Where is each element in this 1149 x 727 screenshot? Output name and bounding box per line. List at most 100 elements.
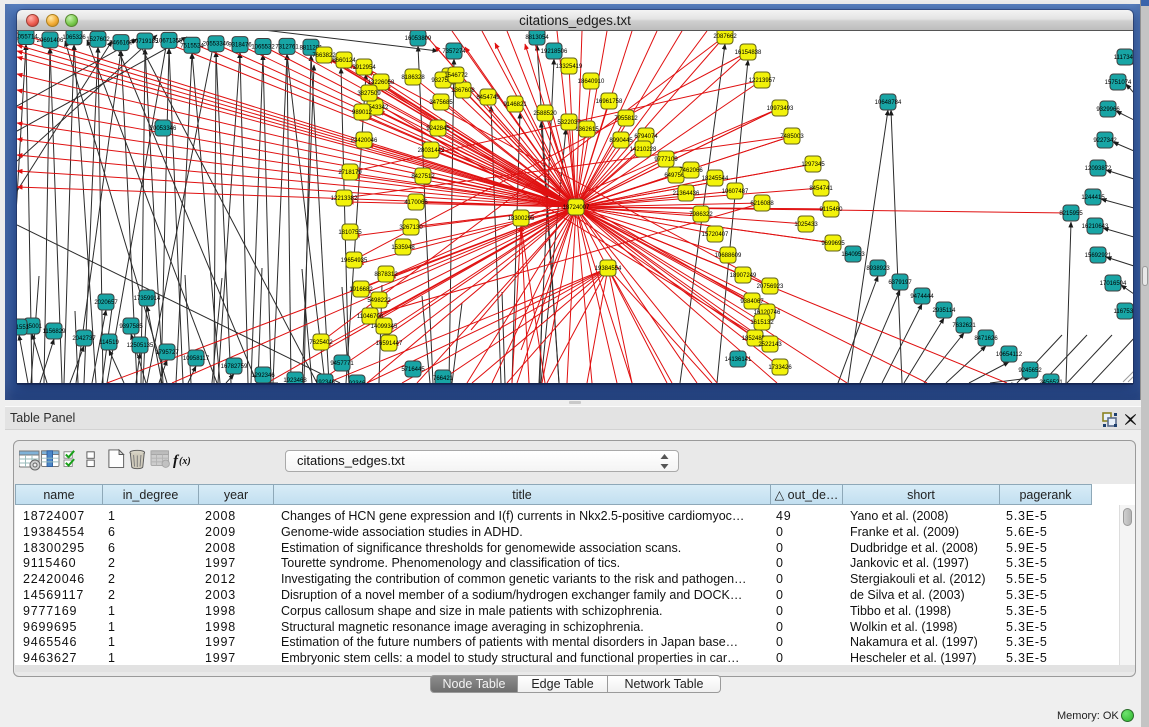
svg-text:17016504: 17016504 — [1100, 281, 1127, 287]
svg-text:17359914: 17359914 — [134, 296, 161, 302]
svg-text:8454741: 8454741 — [809, 186, 833, 192]
svg-text:16053809: 16053809 — [405, 36, 432, 42]
svg-text:8427512: 8427512 — [411, 174, 435, 180]
svg-text:6466160: 6466160 — [109, 41, 133, 47]
svg-text:1795727: 1795727 — [155, 350, 179, 356]
svg-text:2042737: 2042737 — [72, 336, 96, 342]
svg-text:9397585: 9397585 — [119, 324, 143, 330]
svg-text:6379197: 6379197 — [888, 280, 912, 286]
svg-text:18907249: 18907249 — [730, 273, 757, 279]
svg-text:20691406: 20691406 — [37, 38, 64, 44]
svg-text:20553346: 20553346 — [203, 42, 230, 48]
svg-text:20756923: 20756923 — [757, 284, 784, 290]
svg-text:8660124: 8660124 — [332, 58, 356, 64]
svg-text:16154838: 16154838 — [735, 50, 762, 56]
svg-text:1065532: 1065532 — [251, 45, 275, 51]
svg-text:9115460: 9115460 — [820, 207, 844, 213]
svg-text:12213382: 12213382 — [331, 196, 358, 202]
svg-text:1810755: 1810755 — [338, 230, 362, 236]
svg-text:2718179: 2718179 — [338, 170, 362, 176]
svg-text:6794074: 6794074 — [634, 134, 658, 140]
svg-text:1065326: 1065326 — [62, 35, 86, 41]
svg-text:10648784: 10648784 — [875, 100, 902, 106]
svg-text:1156829: 1156829 — [43, 329, 67, 335]
svg-text:8938923: 8938923 — [866, 266, 890, 272]
svg-text:19654935: 19654935 — [341, 258, 368, 264]
svg-text:28031442: 28031442 — [418, 148, 445, 154]
svg-text:2020657: 2020657 — [94, 300, 118, 306]
svg-text:16591447: 16591447 — [376, 341, 403, 347]
svg-text:4170066: 4170066 — [404, 200, 428, 206]
svg-text:7986322: 7986322 — [689, 212, 713, 218]
svg-text:18724007: 18724007 — [563, 205, 590, 211]
svg-text:7485003: 7485003 — [780, 134, 804, 140]
svg-text:7312761: 7312761 — [275, 44, 299, 50]
svg-text:6216088: 6216088 — [750, 201, 774, 207]
svg-text:3475685: 3475685 — [429, 100, 453, 106]
svg-text:14136141: 14136141 — [725, 357, 752, 363]
svg-text:18640910: 18640910 — [578, 79, 605, 85]
svg-text:10958117: 10958117 — [183, 356, 210, 362]
svg-text:7357274: 7357274 — [442, 49, 466, 55]
svg-text:23420046: 23420046 — [351, 138, 378, 144]
svg-text:18245544: 18245544 — [702, 176, 729, 182]
svg-text:114519: 114519 — [99, 340, 119, 346]
svg-text:8878312: 8878312 — [374, 272, 398, 278]
svg-text:10688609: 10688609 — [715, 253, 742, 259]
svg-text:16210643: 16210643 — [1082, 224, 1109, 230]
svg-text:10607487: 10607487 — [722, 189, 749, 195]
svg-text:10671355: 10671355 — [156, 38, 183, 44]
svg-text:1527602: 1527602 — [86, 37, 110, 43]
svg-text:8215955: 8215955 — [1059, 211, 1083, 217]
svg-text:10973493: 10973493 — [767, 106, 794, 112]
svg-text:18300295: 18300295 — [508, 216, 535, 222]
svg-text:391551: 391551 — [17, 325, 30, 331]
svg-text:9146821: 9146821 — [503, 102, 527, 108]
svg-text:14210228: 14210228 — [630, 147, 657, 153]
svg-text:21364436: 21364436 — [673, 191, 700, 197]
svg-text:1640953: 1640953 — [841, 252, 865, 258]
svg-text:8454749: 8454749 — [476, 95, 500, 101]
svg-text:7955812: 7955812 — [614, 116, 638, 122]
svg-text:1244415: 1244415 — [1081, 195, 1105, 201]
svg-text:15720407: 15720407 — [702, 232, 729, 238]
svg-text:10654112: 10654112 — [996, 352, 1023, 358]
svg-text:1025433: 1025433 — [794, 222, 818, 228]
svg-text:9318476: 9318476 — [228, 43, 252, 49]
svg-text:13325419: 13325419 — [556, 64, 583, 70]
svg-text:1362615: 1362615 — [575, 127, 599, 133]
svg-text:12093872: 12093872 — [1085, 166, 1112, 172]
svg-text:1615132: 1615132 — [750, 320, 774, 326]
svg-text:3912954: 3912954 — [352, 65, 376, 71]
svg-text:2367608: 2367608 — [451, 88, 475, 94]
svg-text:1733426: 1733426 — [768, 365, 792, 371]
svg-text:3827509: 3827509 — [357, 91, 381, 97]
svg-text:8990445: 8990445 — [609, 138, 633, 144]
svg-text:15692921: 15692921 — [1085, 253, 1112, 259]
svg-text:2935114: 2935114 — [933, 308, 957, 314]
svg-text:(x): (x) — [179, 456, 191, 467]
svg-text:19384554: 19384554 — [595, 266, 622, 272]
svg-text:4055714: 4055714 — [17, 35, 38, 41]
svg-text:7462066: 7462066 — [679, 168, 703, 174]
svg-text:1535948: 1535948 — [391, 245, 415, 251]
svg-text:1916682: 1916682 — [349, 287, 373, 293]
svg-text:5716445: 5716445 — [401, 367, 425, 373]
svg-text:9457771: 9457771 — [330, 361, 354, 367]
svg-text:9245652: 9245652 — [1018, 368, 1042, 374]
svg-text:8186328: 8186328 — [401, 75, 425, 81]
svg-text:19218506: 19218506 — [541, 49, 568, 55]
svg-text:766421: 766421 — [433, 376, 454, 382]
svg-text:1546772: 1546772 — [444, 73, 468, 79]
svg-text:2087662: 2087662 — [713, 34, 737, 40]
svg-text:9242845: 9242845 — [426, 126, 450, 132]
svg-text:8471626: 8471626 — [974, 336, 998, 342]
svg-text:7625402: 7625402 — [309, 340, 333, 346]
svg-text:1167533: 1167533 — [1114, 309, 1133, 315]
svg-text:5498222: 5498222 — [367, 298, 391, 304]
svg-text:16782759: 16782759 — [221, 364, 248, 370]
svg-text:9777109: 9777109 — [654, 157, 678, 163]
svg-text:2522143: 2522143 — [758, 342, 782, 348]
svg-text:7515524: 7515524 — [180, 43, 204, 49]
svg-text:14099345: 14099345 — [371, 324, 398, 330]
